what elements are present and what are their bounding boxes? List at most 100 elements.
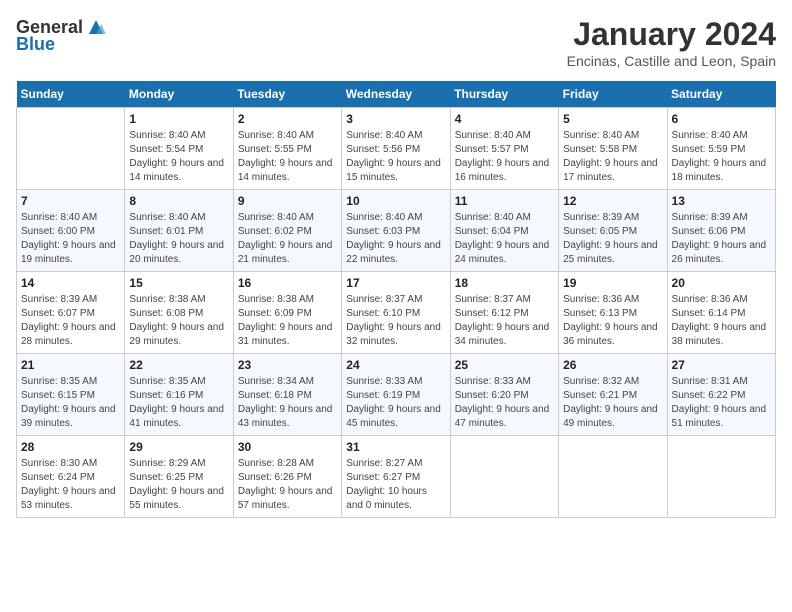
calendar-cell: 1Sunrise: 8:40 AMSunset: 5:54 PMDaylight… [125,108,233,190]
day-detail: Sunrise: 8:40 AMSunset: 6:00 PMDaylight:… [21,211,120,267]
day-number: 14 [21,276,120,290]
day-detail: Sunrise: 8:40 AMSunset: 6:04 PMDaylight:… [455,211,554,267]
calendar-cell: 15Sunrise: 8:38 AMSunset: 6:08 PMDayligh… [125,272,233,354]
calendar-cell: 18Sunrise: 8:37 AMSunset: 6:12 PMDayligh… [450,272,558,354]
week-row-2: 7Sunrise: 8:40 AMSunset: 6:00 PMDaylight… [17,190,776,272]
day-detail: Sunrise: 8:31 AMSunset: 6:22 PMDaylight:… [672,375,771,431]
calendar-cell: 22 Sunrise: 8:35 AMSunset: 6:16 PMDayligh… [125,354,233,436]
day-detail: Sunrise: 8:40 AMSunset: 5:54 PMDaylight:… [129,129,228,185]
calendar-cell: 25 Sunrise: 8:33 AMSunset: 6:20 PMDayligh… [450,354,558,436]
day-number: 26 [563,358,662,372]
day-detail: Sunrise: 8:36 AMSunset: 6:14 PMDaylight:… [672,293,771,349]
calendar-cell: 21Sunrise: 8:35 AMSunset: 6:15 PMDayligh… [17,354,125,436]
calendar-cell [17,108,125,190]
day-detail: Sunrise: 8:29 AMSunset: 6:25 PMDaylight:… [129,457,228,513]
calendar-cell: 29 Sunrise: 8:29 AMSunset: 6:25 PMDayligh… [125,436,233,518]
day-detail: Sunrise: 8:32 AMSunset: 6:21 PMDaylight:… [563,375,662,431]
calendar-cell: 19 Sunrise: 8:36 AMSunset: 6:13 PMDayligh… [559,272,667,354]
day-number: 24 [346,358,445,372]
day-detail: Sunrise: 8:40 AMSunset: 5:56 PMDaylight:… [346,129,445,185]
day-number: 9 [238,194,337,208]
week-row-4: 21Sunrise: 8:35 AMSunset: 6:15 PMDayligh… [17,354,776,436]
day-number: 22 [129,358,228,372]
calendar-cell: 11 Sunrise: 8:40 AMSunset: 6:04 PMDayligh… [450,190,558,272]
day-number: 4 [455,112,554,126]
day-detail: Sunrise: 8:36 AMSunset: 6:13 PMDaylight:… [563,293,662,349]
day-detail: Sunrise: 8:39 AMSunset: 6:06 PMDaylight:… [672,211,771,267]
day-detail: Sunrise: 8:39 AMSunset: 6:07 PMDaylight:… [21,293,120,349]
day-detail: Sunrise: 8:40 AMSunset: 6:01 PMDaylight:… [129,211,228,267]
day-detail: Sunrise: 8:37 AMSunset: 6:10 PMDaylight:… [346,293,445,349]
calendar-cell: 24 Sunrise: 8:33 AMSunset: 6:19 PMDayligh… [342,354,450,436]
day-number: 20 [672,276,771,290]
day-header-monday: Monday [125,81,233,108]
calendar-cell: 7Sunrise: 8:40 AMSunset: 6:00 PMDaylight… [17,190,125,272]
subtitle: Encinas, Castille and Leon, Spain [567,53,776,69]
day-detail: Sunrise: 8:40 AMSunset: 5:55 PMDaylight:… [238,129,337,185]
calendar-cell: 16 Sunrise: 8:38 AMSunset: 6:09 PMDayligh… [233,272,341,354]
calendar-cell: 27 Sunrise: 8:31 AMSunset: 6:22 PMDayligh… [667,354,775,436]
calendar-cell: 28 Sunrise: 8:30 AMSunset: 6:24 PMDayligh… [17,436,125,518]
day-number: 15 [129,276,228,290]
calendar-cell [450,436,558,518]
day-number: 27 [672,358,771,372]
day-number: 28 [21,440,120,454]
calendar-cell: 26 Sunrise: 8:32 AMSunset: 6:21 PMDayligh… [559,354,667,436]
calendar-cell: 31 Sunrise: 8:27 AMSunset: 6:27 PMDayligh… [342,436,450,518]
day-detail: Sunrise: 8:33 AMSunset: 6:20 PMDaylight:… [455,375,554,431]
calendar-cell: 3Sunrise: 8:40 AMSunset: 5:56 PMDaylight… [342,108,450,190]
day-detail: Sunrise: 8:27 AMSunset: 6:27 PMDaylight:… [346,457,445,513]
calendar-cell: 17Sunrise: 8:37 AMSunset: 6:10 PMDayligh… [342,272,450,354]
day-detail: Sunrise: 8:40 AMSunset: 5:58 PMDaylight:… [563,129,662,185]
day-detail: Sunrise: 8:40 AMSunset: 6:03 PMDaylight:… [346,211,445,267]
calendar-cell: 6 Sunrise: 8:40 AMSunset: 5:59 PMDaylight… [667,108,775,190]
main-title: January 2024 [567,16,776,53]
day-header-tuesday: Tuesday [233,81,341,108]
title-area: January 2024 Encinas, Castille and Leon,… [567,16,776,69]
day-number: 11 [455,194,554,208]
day-detail: Sunrise: 8:40 AMSunset: 6:02 PMDaylight:… [238,211,337,267]
day-detail: Sunrise: 8:35 AMSunset: 6:15 PMDaylight:… [21,375,120,431]
day-number: 25 [455,358,554,372]
day-detail: Sunrise: 8:35 AMSunset: 6:16 PMDaylight:… [129,375,228,431]
day-detail: Sunrise: 8:30 AMSunset: 6:24 PMDaylight:… [21,457,120,513]
day-number: 30 [238,440,337,454]
day-number: 6 [672,112,771,126]
day-detail: Sunrise: 8:40 AMSunset: 5:57 PMDaylight:… [455,129,554,185]
day-number: 29 [129,440,228,454]
day-detail: Sunrise: 8:33 AMSunset: 6:19 PMDaylight:… [346,375,445,431]
day-number: 18 [455,276,554,290]
day-detail: Sunrise: 8:40 AMSunset: 5:59 PMDaylight:… [672,129,771,185]
day-detail: Sunrise: 8:39 AMSunset: 6:05 PMDaylight:… [563,211,662,267]
day-number: 16 [238,276,337,290]
day-number: 8 [129,194,228,208]
logo-icon [85,16,107,38]
day-detail: Sunrise: 8:28 AMSunset: 6:26 PMDaylight:… [238,457,337,513]
calendar-cell: 30 Sunrise: 8:28 AMSunset: 6:26 PMDayligh… [233,436,341,518]
calendar-cell: 20 Sunrise: 8:36 AMSunset: 6:14 PMDayligh… [667,272,775,354]
calendar-cell: 2 Sunrise: 8:40 AMSunset: 5:55 PMDaylight… [233,108,341,190]
day-header-saturday: Saturday [667,81,775,108]
header: General Blue January 2024 Encinas, Casti… [16,16,776,69]
calendar-cell: 9 Sunrise: 8:40 AMSunset: 6:02 PMDaylight… [233,190,341,272]
day-number: 13 [672,194,771,208]
logo-blue: Blue [16,34,55,55]
calendar-cell: 23Sunrise: 8:34 AMSunset: 6:18 PMDayligh… [233,354,341,436]
week-row-3: 14 Sunrise: 8:39 AMSunset: 6:07 PMDayligh… [17,272,776,354]
logo: General Blue [16,16,107,55]
calendar-cell [667,436,775,518]
week-row-1: 1Sunrise: 8:40 AMSunset: 5:54 PMDaylight… [17,108,776,190]
day-number: 10 [346,194,445,208]
day-number: 31 [346,440,445,454]
day-detail: Sunrise: 8:38 AMSunset: 6:09 PMDaylight:… [238,293,337,349]
calendar-cell: 4 Sunrise: 8:40 AMSunset: 5:57 PMDaylight… [450,108,558,190]
day-header-thursday: Thursday [450,81,558,108]
calendar-table: SundayMondayTuesdayWednesdayThursdayFrid… [16,81,776,518]
day-number: 2 [238,112,337,126]
week-row-5: 28 Sunrise: 8:30 AMSunset: 6:24 PMDayligh… [17,436,776,518]
calendar-cell: 13 Sunrise: 8:39 AMSunset: 6:06 PMDayligh… [667,190,775,272]
day-number: 19 [563,276,662,290]
calendar-cell [559,436,667,518]
calendar-cell: 8 Sunrise: 8:40 AMSunset: 6:01 PMDaylight… [125,190,233,272]
calendar-cell: 12Sunrise: 8:39 AMSunset: 6:05 PMDayligh… [559,190,667,272]
